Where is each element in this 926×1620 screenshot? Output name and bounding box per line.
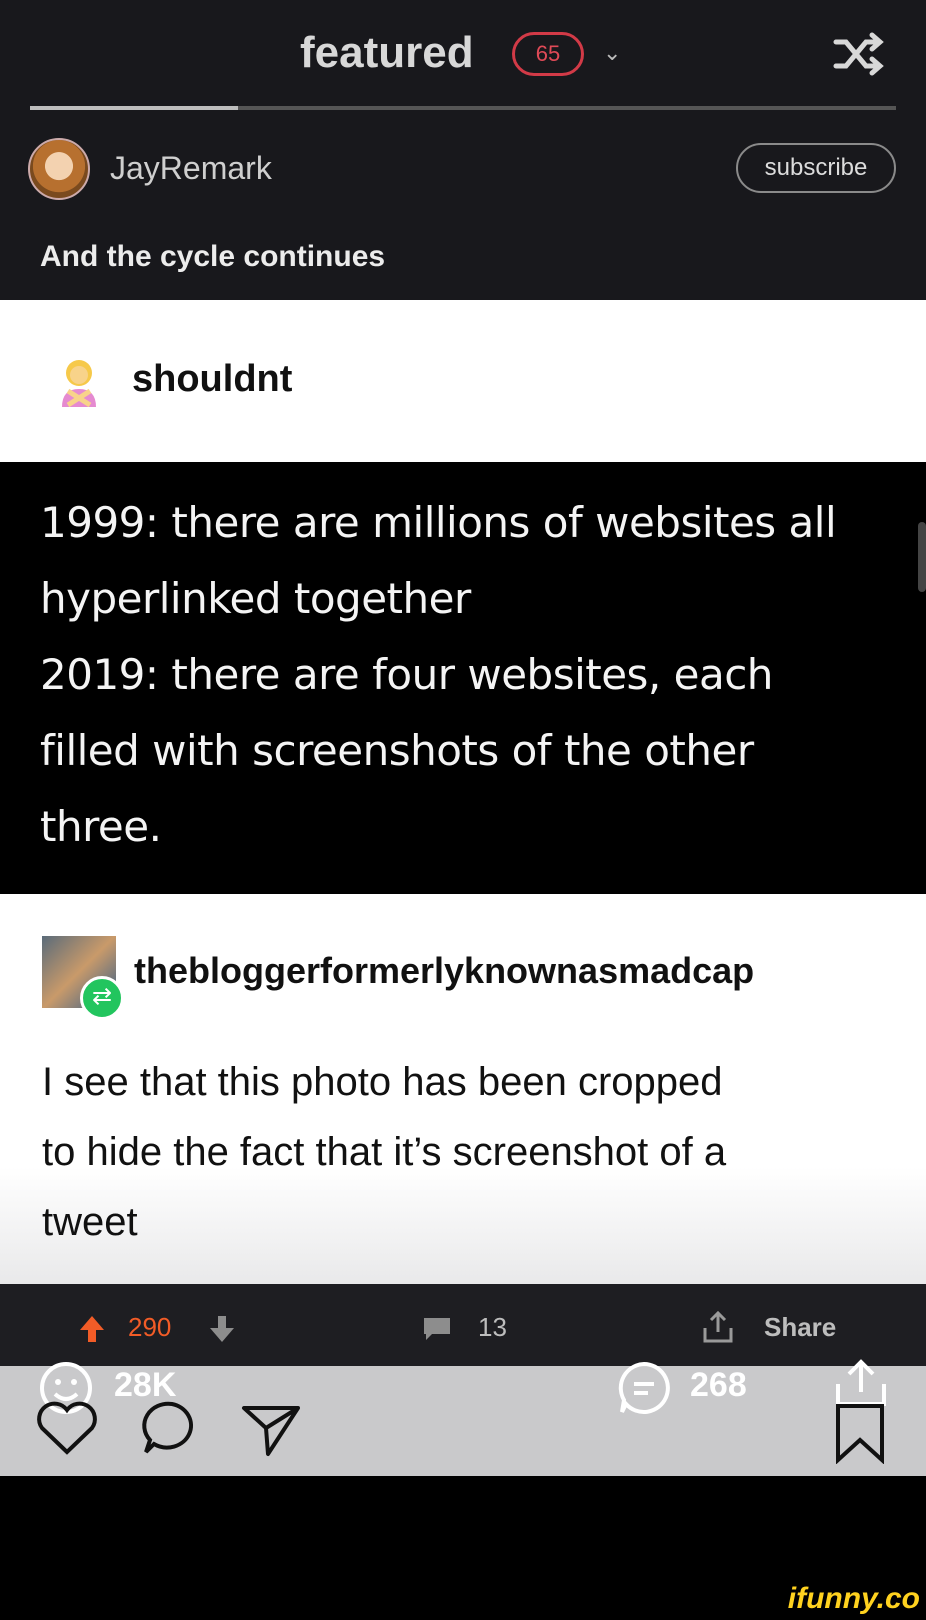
person-gesturing-no-icon	[62, 360, 96, 407]
reblog-icon: ⇄	[80, 976, 124, 1020]
post-header: shouldnt	[0, 300, 926, 462]
tweet-line: three.	[40, 802, 162, 851]
avatar[interactable]	[28, 138, 90, 200]
upvote-icon[interactable]	[78, 1314, 106, 1344]
comments-bubble-icon[interactable]	[616, 1360, 672, 1416]
subscribe-button[interactable]: subscribe	[736, 143, 896, 193]
comment-icon[interactable]	[422, 1316, 452, 1342]
tweet-line: 1999: there are millions of websites all	[40, 498, 837, 547]
vote-count: 290	[128, 1312, 172, 1342]
comment-total: 268	[690, 1366, 747, 1404]
bookmark-icon[interactable]	[832, 1402, 888, 1464]
author-username[interactable]: JayRemark	[110, 150, 272, 187]
reblog-text-line: tweet	[42, 1200, 138, 1244]
tweet-screenshot: 1999: there are millions of websites all…	[0, 462, 926, 894]
tweet-line: hyperlinked together	[40, 574, 471, 623]
tweet-line: filled with screenshots of the other	[40, 726, 754, 775]
post-caption: And the cycle continues	[40, 240, 386, 273]
reblog-comment: ⇄ thebloggerformerlyknownasmadcap I see …	[0, 894, 926, 1284]
comment-count: 13	[478, 1312, 507, 1342]
chat-icon[interactable]	[140, 1398, 204, 1458]
scroll-indicator	[918, 522, 926, 592]
top-bar: featured 65 ⌄ JayRemark subscribe And th…	[0, 0, 926, 300]
chevron-down-icon[interactable]: ⌄	[603, 40, 621, 66]
upload-icon[interactable]	[834, 1358, 888, 1408]
tweet-line: 2019: there are four websites, each	[40, 650, 773, 699]
reblog-text-line: to hide the fact that it’s screenshot of…	[42, 1130, 727, 1174]
feed-title[interactable]: featured	[300, 28, 474, 78]
shuffle-icon[interactable]	[830, 26, 886, 82]
heart-icon[interactable]	[34, 1398, 100, 1458]
share-label[interactable]: Share	[764, 1312, 836, 1343]
story-progress-bar	[30, 106, 896, 110]
story-progress-fill	[30, 106, 238, 110]
post-action-row: 290 13 Share	[0, 1284, 926, 1366]
footer: ifunny.co	[0, 1476, 926, 1620]
share-icon[interactable]	[702, 1310, 734, 1344]
reblog-text-line: I see that this photo has been cropped	[42, 1060, 723, 1104]
ifunny-watermark: ifunny.co	[787, 1582, 920, 1615]
ifunny-toolbar: 28K 268	[0, 1359, 926, 1476]
send-icon[interactable]	[240, 1402, 302, 1458]
post-author: shouldnt	[132, 358, 293, 400]
feed-count-badge: 65	[512, 32, 584, 76]
reblog-author: thebloggerformerlyknownasmadcap	[134, 950, 755, 991]
downvote-icon[interactable]	[208, 1314, 236, 1344]
